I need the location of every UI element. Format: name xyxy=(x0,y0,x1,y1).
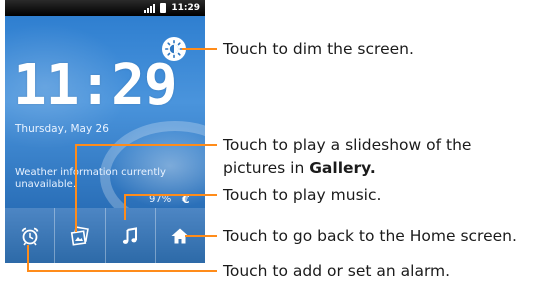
leader-slideshow-v xyxy=(75,144,77,232)
phone-screen: 11:29 11:29 Thursday, May 26 Weather inf… xyxy=(5,0,205,263)
leader-dim xyxy=(182,48,217,50)
leader-music-v xyxy=(124,194,126,220)
battery-icon xyxy=(160,3,167,13)
music-button[interactable] xyxy=(106,208,156,263)
callout-gallery-word: Gallery. xyxy=(309,159,376,177)
leader-slideshow-h xyxy=(75,144,217,146)
lockscreen-clock: 11:29 xyxy=(13,53,178,118)
status-bar: 11:29 xyxy=(5,0,205,16)
leader-alarm-v xyxy=(27,245,29,272)
callout-dim: Touch to dim the screen. xyxy=(223,40,414,58)
callout-alarm: Touch to add or set an alarm. xyxy=(223,262,451,280)
status-time: 11:29 xyxy=(171,3,200,13)
alarm-button[interactable] xyxy=(5,208,56,263)
dock-bar xyxy=(5,208,205,263)
callout-home: Touch to go back to the Home screen. xyxy=(223,227,517,245)
callout-slideshow-line1: Touch to play a slideshow of the xyxy=(223,136,472,154)
status-icons: 11:29 xyxy=(144,2,200,14)
signal-icon xyxy=(144,3,156,13)
callout-slideshow-prefix: pictures in xyxy=(223,159,310,177)
lockscreen-date: Thursday, May 26 xyxy=(15,123,109,135)
music-note-icon xyxy=(123,226,138,244)
gallery-slideshow-icon xyxy=(70,225,89,246)
leader-music-h xyxy=(124,194,217,196)
weather-status: Weather information currently unavailabl… xyxy=(15,167,166,190)
callout-slideshow-line2: pictures in Gallery. xyxy=(223,157,376,179)
leader-home xyxy=(185,235,217,237)
alarm-clock-icon xyxy=(21,227,38,245)
slideshow-button[interactable] xyxy=(55,208,106,263)
callout-music: Touch to play music. xyxy=(223,186,382,204)
leader-alarm-h xyxy=(27,270,217,272)
